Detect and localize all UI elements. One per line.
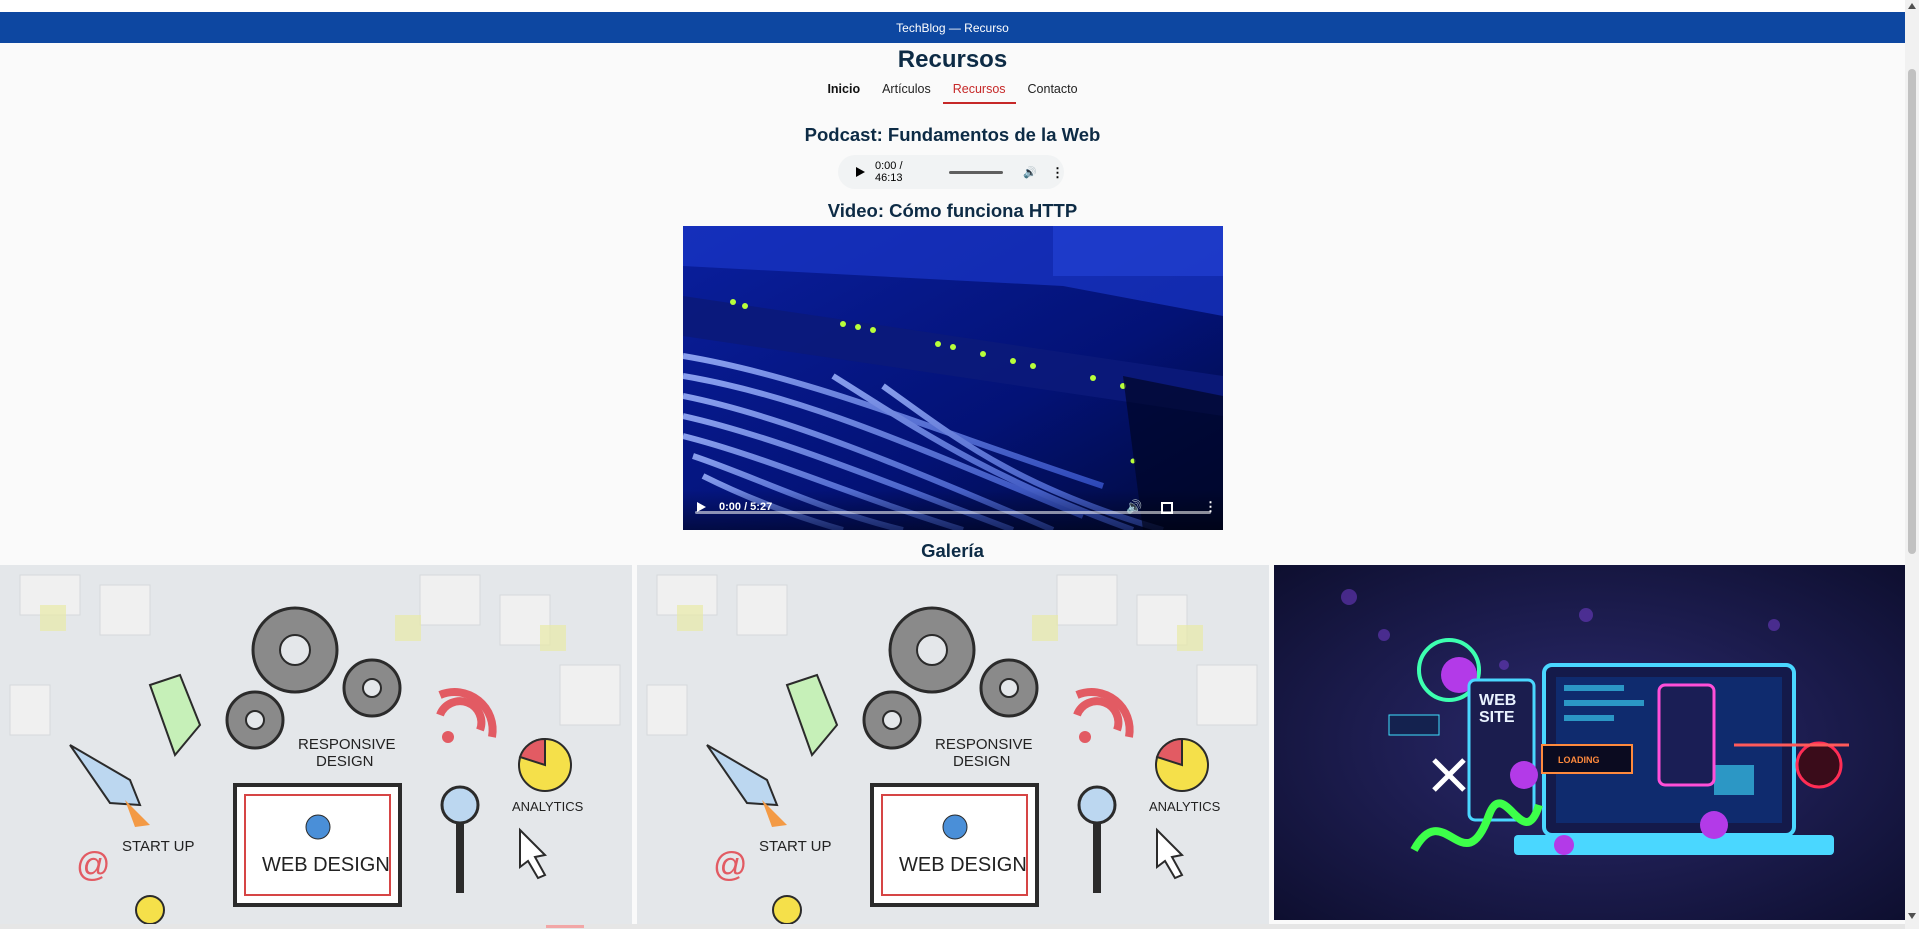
video-player[interactable]: 0:00 / 5:27 🔊 ⋮ bbox=[683, 226, 1223, 530]
gallery-word: WEB DESIGN bbox=[262, 854, 390, 876]
bottom-strip bbox=[0, 924, 1905, 929]
podcast-audio-player[interactable]: 0:00 / 46:13 🔊 ⋮ bbox=[838, 155, 1064, 189]
video-thumbnail bbox=[683, 226, 1223, 530]
gallery-word: START UP bbox=[122, 838, 195, 855]
bottom-mark bbox=[546, 925, 584, 928]
neon-word: WEB bbox=[1479, 692, 1516, 709]
gallery-image-3[interactable]: WEB SITE LOADING bbox=[1274, 565, 1905, 920]
page-title: Recursos bbox=[897, 46, 1008, 73]
gallery-word: RESPONSIVE bbox=[935, 736, 1033, 753]
play-icon[interactable] bbox=[856, 167, 865, 177]
audio-time: 0:00 / 46:13 bbox=[875, 160, 903, 184]
neon-website-illustration: WEB SITE LOADING bbox=[1274, 565, 1905, 920]
web-design-illustration: @ RESPONSIVE DESIGN START UP ANALYTICS W… bbox=[637, 565, 1269, 924]
svg-text:@: @ bbox=[76, 846, 111, 884]
nav-item-inicio[interactable]: Inicio bbox=[817, 80, 870, 104]
gallery-image-2[interactable]: @ RESPONSIVE DESIGN START UP ANALYTICS W… bbox=[637, 565, 1269, 924]
gallery-word: RESPONSIVE bbox=[298, 736, 396, 753]
banner-title: TechBlog — Recurso bbox=[896, 20, 1009, 35]
gallery-word: DESIGN bbox=[953, 753, 1011, 770]
scroll-up-arrow-icon[interactable] bbox=[1908, 3, 1916, 9]
top-gap bbox=[0, 0, 1905, 12]
video-controls: 0:00 / 5:27 🔊 ⋮ bbox=[683, 490, 1223, 530]
gallery-word: WEB DESIGN bbox=[899, 854, 1027, 876]
video-title: Video: Cómo funciona HTTP bbox=[827, 200, 1078, 221]
svg-text:@: @ bbox=[713, 846, 748, 884]
scrollbar-thumb[interactable] bbox=[1908, 69, 1916, 554]
site-banner: TechBlog — Recurso bbox=[0, 12, 1905, 43]
video-progress-slider[interactable] bbox=[695, 511, 1211, 514]
scroll-down-arrow-icon[interactable] bbox=[1908, 913, 1916, 919]
web-design-illustration: @ RESPONSIVE DESIGN START UP ANALYTICS W… bbox=[0, 565, 632, 924]
nav-item-recursos[interactable]: Recursos bbox=[942, 80, 1016, 104]
nav-item-articulos[interactable]: Artículos bbox=[872, 80, 941, 104]
nav-item-contacto[interactable]: Contacto bbox=[1018, 80, 1088, 104]
audio-progress-slider[interactable] bbox=[949, 170, 1004, 174]
gallery-word: DESIGN bbox=[316, 753, 374, 770]
main-nav: Inicio Artículos Recursos Contacto bbox=[0, 80, 1905, 104]
gallery-title: Galería bbox=[921, 540, 984, 561]
vertical-scrollbar[interactable] bbox=[1905, 0, 1919, 929]
more-options-icon[interactable]: ⋮ bbox=[1051, 166, 1064, 179]
neon-word: LOADING bbox=[1558, 755, 1600, 765]
gallery-word: START UP bbox=[759, 838, 832, 855]
gallery-word: ANALYTICS bbox=[1149, 799, 1221, 814]
podcast-title: Podcast: Fundamentos de la Web bbox=[804, 124, 1101, 145]
gallery-word: ANALYTICS bbox=[512, 799, 584, 814]
neon-word: SITE bbox=[1479, 709, 1515, 726]
gallery-image-1[interactable]: @ RESPONSIVE DESIGN START UP ANALYTICS W… bbox=[0, 565, 632, 924]
volume-icon[interactable]: 🔊 bbox=[1023, 166, 1037, 179]
